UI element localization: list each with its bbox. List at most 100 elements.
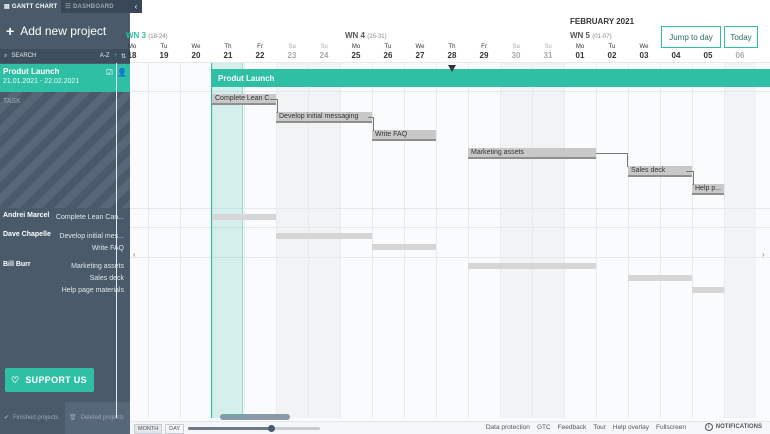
day-number: 03 [639, 51, 649, 60]
resource-name: Dave Chapelle [3, 231, 51, 238]
day-number: 25 [351, 51, 361, 60]
finished-projects-button[interactable]: ✔ Finished projects [0, 402, 65, 434]
day-name: We [415, 44, 425, 50]
project-bar[interactable]: Produt Launch [212, 69, 770, 87]
help-overlay-link[interactable]: Help overlay [613, 424, 649, 431]
check-icon: ✔ [4, 415, 10, 421]
resource-task: Help page materials [61, 287, 124, 294]
day-column [660, 63, 692, 418]
day-header: We 27 [404, 44, 436, 60]
project-item[interactable]: Produt Launch 21.01.2021 - 22.02.2021 ☑ … [0, 64, 130, 92]
day-number: 29 [479, 51, 489, 60]
week-label: WN 4 (25-31) [345, 31, 387, 40]
day-column [116, 63, 148, 418]
data-protection-link[interactable]: Data protection [486, 424, 530, 431]
sort-button[interactable]: A-Z [100, 53, 110, 59]
task-bar[interactable]: Develop initial messaging [276, 112, 372, 123]
add-project-label: Add new project [20, 24, 107, 38]
project-dates: 21.01.2021 - 22.02.2021 [3, 78, 80, 85]
month-label: FEBRUARY 2021 [570, 17, 635, 26]
day-number: 01 [575, 51, 585, 60]
day-name: Sa [512, 44, 520, 50]
resource-bar [276, 233, 372, 239]
dependency-line [270, 99, 278, 113]
day-column [628, 63, 660, 418]
resource-task: Marketing assets [71, 263, 124, 270]
notifications-button[interactable]: i NOTIFICATIONS [704, 423, 762, 431]
search-icon[interactable]: ⌕ [4, 53, 7, 60]
task-bar[interactable]: Sales deck [628, 166, 692, 177]
task-bar[interactable]: Marketing assets [468, 148, 596, 159]
search-input[interactable]: SEARCH [11, 53, 36, 59]
sidebar: ▤ GANTT CHART ☷ DASHBOARD + Add new proj… [0, 0, 130, 434]
feedback-link[interactable]: Feedback [558, 424, 587, 431]
week-label: WN 5 (01-07) [570, 31, 612, 40]
zoom-slider-knob[interactable] [268, 425, 276, 432]
day-column [468, 63, 500, 418]
tab-gantt-chart-label: GANTT CHART [11, 3, 58, 10]
day-header: Th 21 [212, 44, 244, 60]
task-bar[interactable]: Help p... [692, 184, 724, 195]
zoom-month-button[interactable]: MONTH [134, 424, 163, 434]
day-number: 04 [671, 51, 681, 60]
day-column [692, 63, 724, 418]
scroll-left-icon[interactable]: ‹ [133, 250, 136, 259]
day-number: 28 [447, 51, 457, 60]
zoom-controls: MONTH DAY [134, 424, 185, 434]
task-list-area: TASK [0, 92, 130, 208]
day-name: Mo [127, 44, 137, 50]
scroll-right-icon[interactable]: › [762, 250, 765, 259]
day-header: Tu 02 [596, 44, 628, 60]
checkbox-icon[interactable]: ☑ [106, 68, 113, 77]
notifications-label: NOTIFICATIONS [715, 424, 762, 430]
task-header: TASK [3, 98, 21, 105]
resource-task: Sales deck [89, 275, 124, 282]
resource-name: Bill Burr [3, 261, 31, 268]
zoom-day-button[interactable]: DAY [165, 424, 185, 434]
day-header: Mo 01 [564, 44, 596, 60]
bottom-tabs: ✔ Finished projects 🗑 Deleted projects [0, 402, 130, 434]
zoom-slider[interactable] [188, 425, 320, 432]
resource-bar [212, 214, 276, 220]
day-number: 05 [703, 51, 713, 60]
week-label: WN 3 (18-24) [126, 31, 168, 40]
day-header: Mo 18 [116, 44, 148, 60]
tab-gantt-chart[interactable]: ▤ GANTT CHART [0, 0, 62, 13]
trash-icon: 🗑 [69, 415, 77, 421]
gtc-link[interactable]: GTC [537, 424, 551, 431]
dependency-line [596, 153, 628, 167]
day-header: Su 31 [532, 44, 564, 60]
support-us-button[interactable]: ♡ SUPPORT US [5, 368, 94, 392]
task-bar[interactable]: Write FAQ [372, 130, 436, 141]
day-header: Su 24 [308, 44, 340, 60]
day-name: Th [448, 44, 456, 50]
day-name: Th [224, 44, 232, 50]
day-header: Fr 29 [468, 44, 500, 60]
day-number: 02 [607, 51, 617, 60]
task-bar[interactable]: Complete Lean C... [212, 94, 276, 105]
day-number: 24 [319, 51, 329, 60]
day-name: Fr [257, 44, 263, 50]
tour-link[interactable]: Tour [593, 424, 606, 431]
day-header: Sa 30 [500, 44, 532, 60]
add-project-button[interactable]: + Add new project [0, 13, 130, 49]
timeline-grid: Produt Launch Complete Lean C... Develop… [116, 63, 770, 418]
day-header: Fr 22 [244, 44, 276, 60]
today-button[interactable]: Today [724, 26, 758, 48]
day-number: 30 [511, 51, 521, 60]
day-number: 21 [223, 51, 233, 60]
day-column [532, 63, 564, 418]
tab-dashboard[interactable]: ☷ DASHBOARD [61, 0, 117, 13]
day-column [244, 63, 276, 418]
info-icon: i [704, 423, 713, 431]
day-number: 18 [127, 51, 137, 60]
collapse-sidebar-icon[interactable]: ‹ [130, 0, 142, 13]
day-column [404, 63, 436, 418]
day-name: We [191, 44, 201, 50]
today-column [211, 63, 243, 418]
resource-task: Develop initial mes... [59, 233, 124, 240]
fullscreen-link[interactable]: Fullscreen [656, 424, 686, 431]
day-name: Sa [288, 44, 296, 50]
jump-to-day-button[interactable]: Jump to day [661, 26, 721, 48]
resource-bar [628, 275, 692, 281]
